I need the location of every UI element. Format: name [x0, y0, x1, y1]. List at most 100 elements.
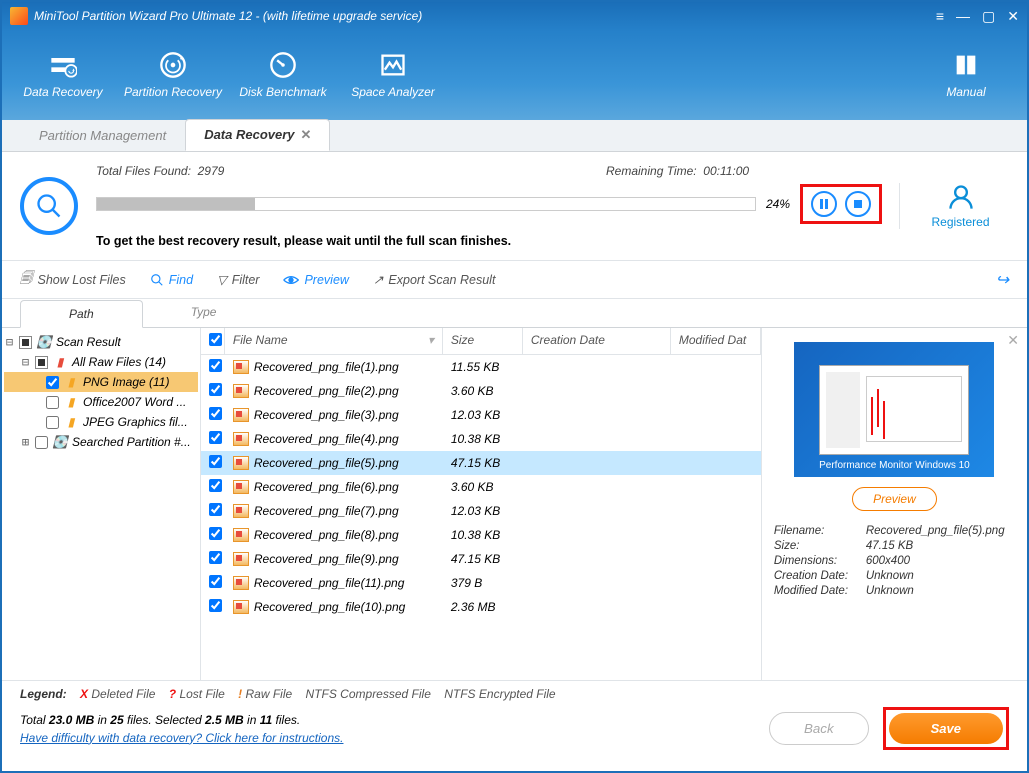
- tree-office-word[interactable]: ▮Office2007 Word ...: [4, 392, 198, 412]
- disk-benchmark-button[interactable]: Disk Benchmark: [228, 35, 338, 115]
- stop-button[interactable]: [845, 191, 871, 217]
- file-checkbox[interactable]: [209, 503, 222, 516]
- file-row[interactable]: Recovered_png_file(10).png2.36 MB: [201, 595, 761, 619]
- file-row[interactable]: Recovered_png_file(11).png379 B: [201, 571, 761, 595]
- partition-recovery-button[interactable]: Partition Recovery: [118, 35, 228, 115]
- file-checkbox[interactable]: [209, 407, 222, 420]
- manual-button[interactable]: Manual: [911, 35, 1021, 115]
- tree-checkbox[interactable]: [46, 376, 59, 389]
- tab-type[interactable]: Type: [143, 299, 265, 327]
- png-file-icon: [233, 408, 249, 422]
- file-checkbox[interactable]: [209, 575, 222, 588]
- png-file-icon: [233, 480, 249, 494]
- file-checkbox[interactable]: [209, 455, 222, 468]
- sort-icon: ▾: [428, 333, 434, 347]
- folder-icon: ▮: [63, 375, 79, 389]
- file-row[interactable]: Recovered_png_file(3).png12.03 KB: [201, 403, 761, 427]
- col-size[interactable]: Size: [443, 328, 523, 354]
- file-list-body: Recovered_png_file(1).png11.55 KBRecover…: [201, 355, 761, 680]
- tree-checkbox[interactable]: [46, 396, 59, 409]
- file-row[interactable]: Recovered_png_file(2).png3.60 KB: [201, 379, 761, 403]
- file-name: Recovered_png_file(7).png: [254, 504, 399, 518]
- tab-close-icon[interactable]: ✕: [301, 127, 312, 142]
- file-row[interactable]: Recovered_png_file(6).png3.60 KB: [201, 475, 761, 499]
- expand-icon[interactable]: ⊞: [20, 435, 31, 449]
- data-recovery-button[interactable]: Data Recovery: [8, 35, 118, 115]
- legend: Legend: X Deleted File ? Lost File ! Raw…: [2, 680, 1027, 703]
- meta-mdate-value: Unknown: [866, 585, 914, 597]
- file-checkbox[interactable]: [209, 599, 222, 612]
- preview-button[interactable]: Preview: [852, 487, 937, 511]
- folder-icon: ▮: [63, 415, 79, 429]
- search-icon: [150, 273, 164, 287]
- registered-status[interactable]: Registered: [899, 183, 1009, 229]
- file-row[interactable]: Recovered_png_file(8).png10.38 KB: [201, 523, 761, 547]
- col-creation-date[interactable]: Creation Date: [523, 328, 671, 354]
- meta-mdate-key: Modified Date:: [774, 585, 866, 597]
- find-button[interactable]: Find: [150, 273, 193, 287]
- deleted-mark-icon: X: [80, 687, 88, 701]
- scan-message: To get the best recovery result, please …: [96, 234, 899, 248]
- tree-checkbox[interactable]: [35, 356, 48, 369]
- tree-checkbox[interactable]: [35, 436, 48, 449]
- scan-icon: [20, 177, 78, 235]
- main-tabs: Partition Management Data Recovery✕: [2, 120, 1027, 152]
- tree-checkbox[interactable]: [19, 336, 32, 349]
- show-lost-files-button[interactable]: 🗐Show Lost Files: [20, 269, 126, 290]
- tree-scan-result[interactable]: ⊟💽Scan Result: [4, 332, 198, 352]
- tree-jpeg[interactable]: ▮JPEG Graphics fil...: [4, 412, 198, 432]
- share-button[interactable]: ↪: [996, 270, 1009, 290]
- collapse-icon[interactable]: ⊟: [20, 355, 31, 369]
- col-modified-date[interactable]: Modified Dat: [671, 328, 761, 354]
- meta-size-value: 47.15 KB: [866, 540, 913, 552]
- pause-button[interactable]: [811, 191, 837, 217]
- menu-icon[interactable]: ≡: [936, 8, 944, 25]
- png-file-icon: [233, 504, 249, 518]
- remaining-value: 00:11:00: [703, 164, 749, 178]
- tree-checkbox[interactable]: [46, 416, 59, 429]
- col-filename[interactable]: File Name ▾: [225, 328, 443, 354]
- tab-data-recovery[interactable]: Data Recovery✕: [185, 119, 330, 151]
- progress-bar: [96, 197, 756, 211]
- tab-partition-management[interactable]: Partition Management: [20, 120, 185, 151]
- file-checkbox[interactable]: [209, 551, 222, 564]
- back-button[interactable]: Back: [769, 712, 869, 745]
- help-link[interactable]: Have difficulty with data recovery? Clic…: [20, 731, 769, 745]
- minimize-icon[interactable]: —: [956, 8, 970, 25]
- tree-searched-partition[interactable]: ⊞💽Searched Partition #...: [4, 432, 198, 452]
- preview-close-icon[interactable]: ✕: [1007, 332, 1019, 349]
- col-checkbox[interactable]: [201, 328, 225, 354]
- tab-path[interactable]: Path: [20, 300, 143, 328]
- export-scan-button[interactable]: ↗Export Scan Result: [373, 272, 495, 287]
- tree-png-image[interactable]: ▮PNG Image (11): [4, 372, 198, 392]
- tree-all-raw-files[interactable]: ⊟▮All Raw Files (14): [4, 352, 198, 372]
- meta-cdate-key: Creation Date:: [774, 570, 866, 582]
- file-row[interactable]: Recovered_png_file(5).png47.15 KB: [201, 451, 761, 475]
- collapse-icon[interactable]: ⊟: [4, 335, 15, 349]
- meta-dimensions-key: Dimensions:: [774, 555, 866, 567]
- disk-icon: 💽: [36, 335, 52, 349]
- file-row[interactable]: Recovered_png_file(7).png12.03 KB: [201, 499, 761, 523]
- file-checkbox[interactable]: [209, 431, 222, 444]
- window-title: MiniTool Partition Wizard Pro Ultimate 1…: [34, 9, 936, 23]
- remaining-label: Remaining Time:: [606, 164, 697, 178]
- file-name: Recovered_png_file(6).png: [254, 480, 399, 494]
- save-highlight: Save: [883, 707, 1009, 750]
- file-row[interactable]: Recovered_png_file(9).png47.15 KB: [201, 547, 761, 571]
- file-size: 3.60 KB: [443, 384, 523, 398]
- file-checkbox[interactable]: [209, 383, 222, 396]
- file-checkbox[interactable]: [209, 479, 222, 492]
- file-checkbox[interactable]: [209, 527, 222, 540]
- space-analyzer-button[interactable]: Space Analyzer: [338, 35, 448, 115]
- maximize-icon[interactable]: ▢: [982, 8, 995, 25]
- save-button[interactable]: Save: [889, 713, 1003, 744]
- close-icon[interactable]: ✕: [1007, 8, 1019, 25]
- file-row[interactable]: Recovered_png_file(4).png10.38 KB: [201, 427, 761, 451]
- png-file-icon: [233, 432, 249, 446]
- disk-icon: 💽: [52, 435, 68, 449]
- filter-button[interactable]: ▽Filter: [217, 272, 259, 287]
- found-label: Total Files Found:: [96, 164, 191, 178]
- file-checkbox[interactable]: [209, 359, 222, 372]
- file-row[interactable]: Recovered_png_file(1).png11.55 KB: [201, 355, 761, 379]
- preview-toggle-button[interactable]: Preview: [283, 273, 348, 287]
